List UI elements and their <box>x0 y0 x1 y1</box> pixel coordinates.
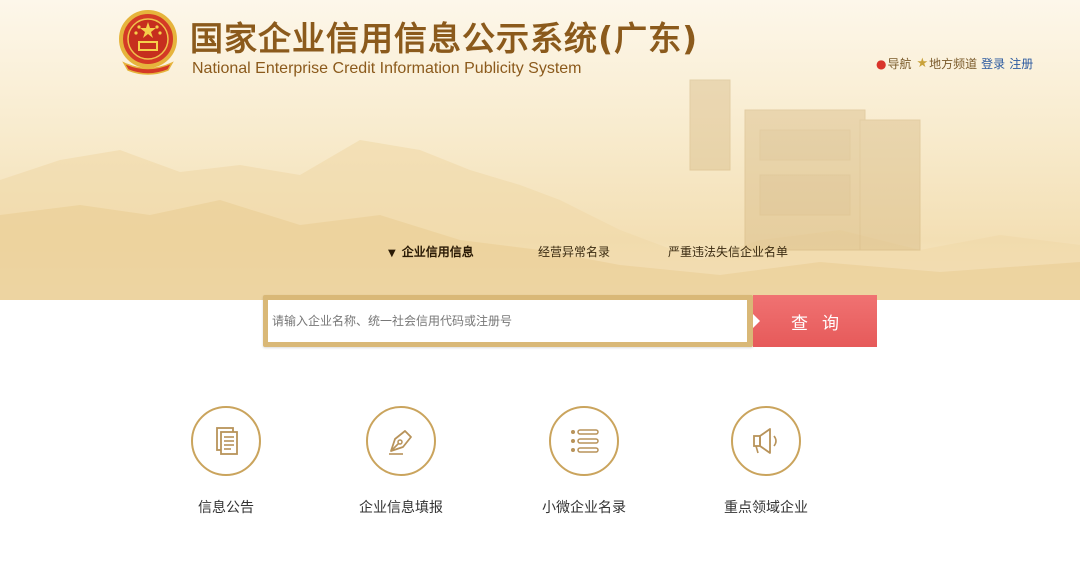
tab-enterprise-credit[interactable]: ▼ 企业信用信息 <box>388 243 474 260</box>
login-link[interactable]: 登录 <box>981 55 1005 72</box>
site-title-english: National Enterprise Credit Information P… <box>192 60 582 77</box>
site-title-chinese: 国家企业信用信息公示系统(广东) <box>190 19 699 58</box>
nav-link[interactable]: 导航 <box>887 55 911 72</box>
search-box <box>263 295 753 347</box>
location-pin-icon: ● <box>876 56 887 71</box>
feature-key-sector[interactable]: 重点领域企业 <box>686 406 846 526</box>
list-icon <box>571 429 599 453</box>
feature-label: 重点领域企业 <box>724 500 808 516</box>
speaker-icon <box>753 428 777 454</box>
register-link[interactable]: 注册 <box>1009 55 1033 72</box>
tab-abnormal-operations[interactable]: 经营异常名录 <box>538 243 610 260</box>
search-button[interactable]: 查询 <box>753 295 877 347</box>
feature-info-notice[interactable]: 信息公告 <box>146 406 306 526</box>
feature-label: 小微企业名录 <box>542 500 626 516</box>
local-channel-link[interactable]: 地方频道 <box>929 55 977 72</box>
search-input[interactable] <box>268 300 747 342</box>
pen-nib-icon <box>389 430 412 455</box>
feature-enterprise-report[interactable]: 企业信息填报 <box>321 406 481 526</box>
feature-small-micro-list[interactable]: 小微企业名录 <box>504 406 664 526</box>
document-icon <box>216 427 238 455</box>
caret-down-icon: ▼ <box>388 248 396 259</box>
feature-label: 企业信息填报 <box>359 500 443 516</box>
top-navigation: ●导航 ★地方频道 登录 注册 <box>876 55 1033 72</box>
star-icon: ★ <box>916 56 929 71</box>
feature-label: 信息公告 <box>198 500 254 516</box>
tab-serious-violations[interactable]: 严重违法失信企业名单 <box>668 243 788 260</box>
national-emblem-logo <box>118 8 178 78</box>
